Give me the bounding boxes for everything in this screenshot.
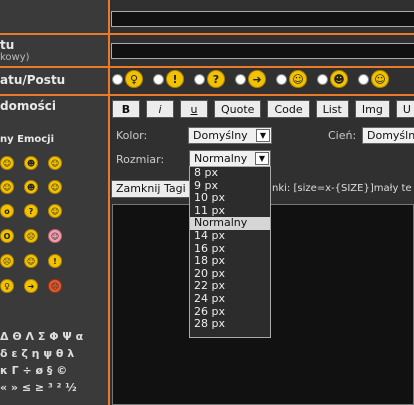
- size-option[interactable]: 10 px: [190, 192, 270, 205]
- bbcode-toolbar: B i u Quote Code List Img U: [112, 100, 414, 118]
- post-icon-radio[interactable]: [358, 73, 369, 85]
- topic-label: tu: [0, 38, 15, 52]
- question-icon: ?: [207, 70, 225, 88]
- code-button[interactable]: Code: [267, 100, 310, 118]
- color-select[interactable]: Domyślny ▼: [188, 127, 272, 144]
- sad-icon[interactable]: ☹: [24, 229, 38, 243]
- post-icon-radio[interactable]: [153, 73, 164, 85]
- underline-button[interactable]: u: [180, 100, 208, 118]
- shocked-icon[interactable]: O: [0, 229, 14, 243]
- url-button[interactable]: U: [395, 100, 414, 118]
- close-tags-button[interactable]: Zamknij Tagi: [111, 180, 193, 198]
- idea-icon[interactable]: ♀: [0, 279, 14, 293]
- shadow-label: Cień:: [328, 129, 357, 142]
- shadow-select[interactable]: Domyśln: [362, 127, 414, 144]
- blush-icon[interactable]: ☺: [48, 229, 62, 243]
- biggrin-icon[interactable]: ☺: [48, 180, 62, 194]
- message-label: domości: [0, 99, 56, 113]
- topic-sublabel: kowy): [0, 52, 30, 63]
- special-characters: Δ Θ Λ Σ Φ Ψ α δ ε ζ η ψ θ λ κ Γ ÷ ø § © …: [0, 328, 83, 396]
- chevron-down-icon: ▼: [256, 129, 270, 142]
- special-char-row[interactable]: κ Γ ÷ ø § ©: [0, 362, 83, 379]
- exclaim-icon[interactable]: !: [48, 254, 62, 268]
- special-char-row[interactable]: δ ε ζ η ψ θ λ: [0, 345, 83, 362]
- grin-icon[interactable]: ☻: [24, 156, 38, 170]
- size-option[interactable]: 14 px: [190, 229, 270, 243]
- angry-icon[interactable]: ☹: [0, 254, 14, 268]
- post-icon-radio[interactable]: [112, 73, 123, 85]
- post-icon-label: atu/Postu: [0, 73, 66, 87]
- post-icon-options: ♀ ! ? ➜ ☺ ☻ ☺: [112, 68, 399, 90]
- cool-icon[interactable]: ☻: [24, 180, 38, 194]
- post-icon-radio[interactable]: [235, 73, 246, 85]
- shadow-select-value: Domyśln: [367, 129, 414, 142]
- size-select[interactable]: Normalny ▼: [189, 150, 271, 167]
- exclaim-icon: !: [166, 70, 184, 88]
- special-char-row[interactable]: « » ≤ ≥ ³ ² ½: [0, 379, 83, 396]
- special-char-row[interactable]: Δ Θ Λ Σ Φ Ψ α: [0, 328, 83, 345]
- smile-icon: ☺: [371, 70, 389, 88]
- cool-icon: ☺: [289, 70, 307, 88]
- description-input[interactable]: [111, 43, 414, 59]
- bbcode-hint: nki: [size=x-{SIZE}]mały te: [272, 183, 412, 194]
- mad-icon[interactable]: ☹: [48, 279, 62, 293]
- grin-icon: ☻: [330, 70, 348, 88]
- chevron-down-icon: ▼: [255, 152, 269, 165]
- idea-icon: ♀: [125, 70, 143, 88]
- list-button[interactable]: List: [315, 100, 349, 118]
- size-option[interactable]: 28 px: [190, 318, 270, 331]
- rolleyes-icon[interactable]: ☺: [24, 254, 38, 268]
- img-button[interactable]: Img: [354, 100, 390, 118]
- bold-button[interactable]: B: [112, 100, 140, 118]
- smile-icon[interactable]: ☺: [0, 156, 14, 170]
- laugh-icon[interactable]: ☺: [48, 156, 62, 170]
- quote-button[interactable]: Quote: [214, 100, 262, 118]
- post-icon-radio[interactable]: [317, 73, 328, 85]
- wink-icon[interactable]: ☺: [0, 180, 14, 194]
- color-select-value: Domyślny: [193, 129, 248, 142]
- emoticons-label: ny Emocji: [0, 134, 55, 145]
- subject-input[interactable]: [111, 11, 414, 27]
- size-option[interactable]: 24 px: [190, 292, 270, 306]
- arrow-icon: ➜: [248, 70, 266, 88]
- size-label: Rozmiar:: [116, 153, 165, 166]
- arrow-icon[interactable]: ➜: [24, 279, 38, 293]
- post-icon-radio[interactable]: [276, 73, 287, 85]
- size-option[interactable]: 18 px: [190, 255, 270, 268]
- italic-button[interactable]: i: [146, 100, 174, 118]
- cheesy-icon[interactable]: ☺: [48, 204, 62, 218]
- size-dropdown-list: 8 px 9 px 10 px 11 px Normalny 14 px 16 …: [189, 166, 271, 338]
- color-label: Kolor:: [116, 129, 148, 142]
- post-icon-radio[interactable]: [194, 73, 205, 85]
- surprised-icon[interactable]: o: [0, 204, 14, 218]
- size-select-value: Normalny: [194, 152, 248, 165]
- confused-icon[interactable]: ?: [24, 204, 38, 218]
- size-option[interactable]: 8 px: [190, 166, 270, 180]
